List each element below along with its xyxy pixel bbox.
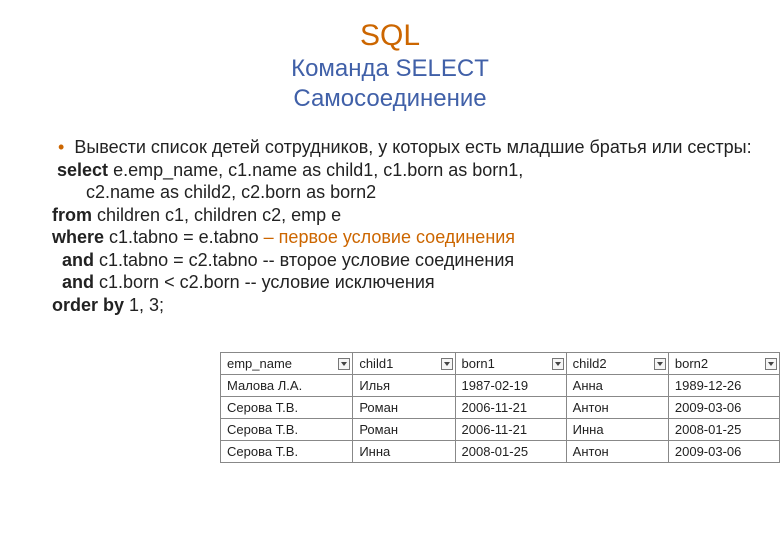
header-label: child2 <box>573 356 607 371</box>
result-table: emp_name child1 born1 child2 born2 Малов… <box>220 352 780 463</box>
table-row: Серова Т.В. Инна 2008-01-25 Антон 2009-0… <box>221 441 780 463</box>
cell: Серова Т.В. <box>221 441 353 463</box>
cell: Инна <box>353 441 455 463</box>
cell: Серова Т.В. <box>221 419 353 441</box>
dropdown-icon[interactable] <box>765 358 777 370</box>
cell: Малова Л.А. <box>221 375 353 397</box>
cell: 2008-01-25 <box>455 441 566 463</box>
where3-rest: c1.born < c2.born -- условие исключения <box>94 272 435 292</box>
kw-and-3: and <box>62 272 94 292</box>
slide-title: SQL <box>28 18 752 54</box>
slide: SQL Команда SELECT Самосоединение • Выве… <box>0 0 780 540</box>
cell: Роман <box>353 397 455 419</box>
kw-where: where <box>52 227 104 247</box>
cell: 2006-11-21 <box>455 419 566 441</box>
col-header-emp_name[interactable]: emp_name <box>221 353 353 375</box>
table-header-row: emp_name child1 born1 child2 born2 <box>221 353 780 375</box>
dropdown-icon[interactable] <box>338 358 350 370</box>
where1-rest: c1.tabno = e.tabno <box>104 227 264 247</box>
slide-subtitle-2: Самосоединение <box>28 84 752 114</box>
dropdown-icon[interactable] <box>552 358 564 370</box>
slide-subtitle-1: Команда SELECT <box>28 54 752 84</box>
table-row: Серова Т.В. Роман 2006-11-21 Инна 2008-0… <box>221 419 780 441</box>
cell: Илья <box>353 375 455 397</box>
header-label: emp_name <box>227 356 292 371</box>
cell: Роман <box>353 419 455 441</box>
sql-line-from: from children c1, children c2, emp e <box>52 204 752 227</box>
select-cols2: c2.name as child2, c2.born as born2 <box>86 182 376 202</box>
dropdown-icon[interactable] <box>441 358 453 370</box>
title-block: SQL Команда SELECT Самосоединение <box>28 18 752 114</box>
from-rest: children c1, children c2, emp e <box>92 205 341 225</box>
cell: 1987-02-19 <box>455 375 566 397</box>
task-text: Вывести список детей сотрудников, у кото… <box>74 136 751 159</box>
col-header-born2[interactable]: born2 <box>668 353 779 375</box>
sql-line-where2: and c1.tabno = c2.tabno -- второе услови… <box>52 249 752 272</box>
cell: Серова Т.В. <box>221 397 353 419</box>
where1-comment: – первое условие соединения <box>264 227 515 247</box>
where2-rest: c1.tabno = c2.tabno -- второе условие со… <box>94 250 514 270</box>
header-label: born2 <box>675 356 708 371</box>
cell: 2008-01-25 <box>668 419 779 441</box>
cell: 2006-11-21 <box>455 397 566 419</box>
sql-line-where3: and c1.born < c2.born -- условие исключе… <box>52 271 752 294</box>
sql-line-where1: where c1.tabno = e.tabno – первое услови… <box>52 226 752 249</box>
sql-line-select: select e.emp_name, c1.name as child1, c1… <box>52 159 752 182</box>
cell: Антон <box>566 441 668 463</box>
col-header-born1[interactable]: born1 <box>455 353 566 375</box>
dropdown-icon[interactable] <box>654 358 666 370</box>
header-label: child1 <box>359 356 393 371</box>
task-bullet: • Вывести список детей сотрудников, у ко… <box>52 136 752 159</box>
cell: 2009-03-06 <box>668 441 779 463</box>
kw-from: from <box>52 205 92 225</box>
content-block: • Вывести список детей сотрудников, у ко… <box>52 136 752 316</box>
bullet-icon: • <box>58 136 64 159</box>
kw-orderby: order by <box>52 295 124 315</box>
sql-line-orderby: order by 1, 3; <box>52 294 752 317</box>
table-row: Серова Т.В. Роман 2006-11-21 Антон 2009-… <box>221 397 780 419</box>
kw-and-2: and <box>62 250 94 270</box>
table-row: Малова Л.А. Илья 1987-02-19 Анна 1989-12… <box>221 375 780 397</box>
cell: 1989-12-26 <box>668 375 779 397</box>
cell: 2009-03-06 <box>668 397 779 419</box>
kw-select: select <box>57 160 108 180</box>
orderby-rest: 1, 3; <box>124 295 164 315</box>
col-header-child1[interactable]: child1 <box>353 353 455 375</box>
sql-line-select2: c2.name as child2, c2.born as born2 <box>86 181 752 204</box>
header-label: born1 <box>462 356 495 371</box>
result-table-wrap: emp_name child1 born1 child2 born2 Малов… <box>220 352 780 463</box>
col-header-child2[interactable]: child2 <box>566 353 668 375</box>
cell: Анна <box>566 375 668 397</box>
cell: Антон <box>566 397 668 419</box>
cell: Инна <box>566 419 668 441</box>
select-cols: e.emp_name, c1.name as child1, c1.born a… <box>108 160 523 180</box>
